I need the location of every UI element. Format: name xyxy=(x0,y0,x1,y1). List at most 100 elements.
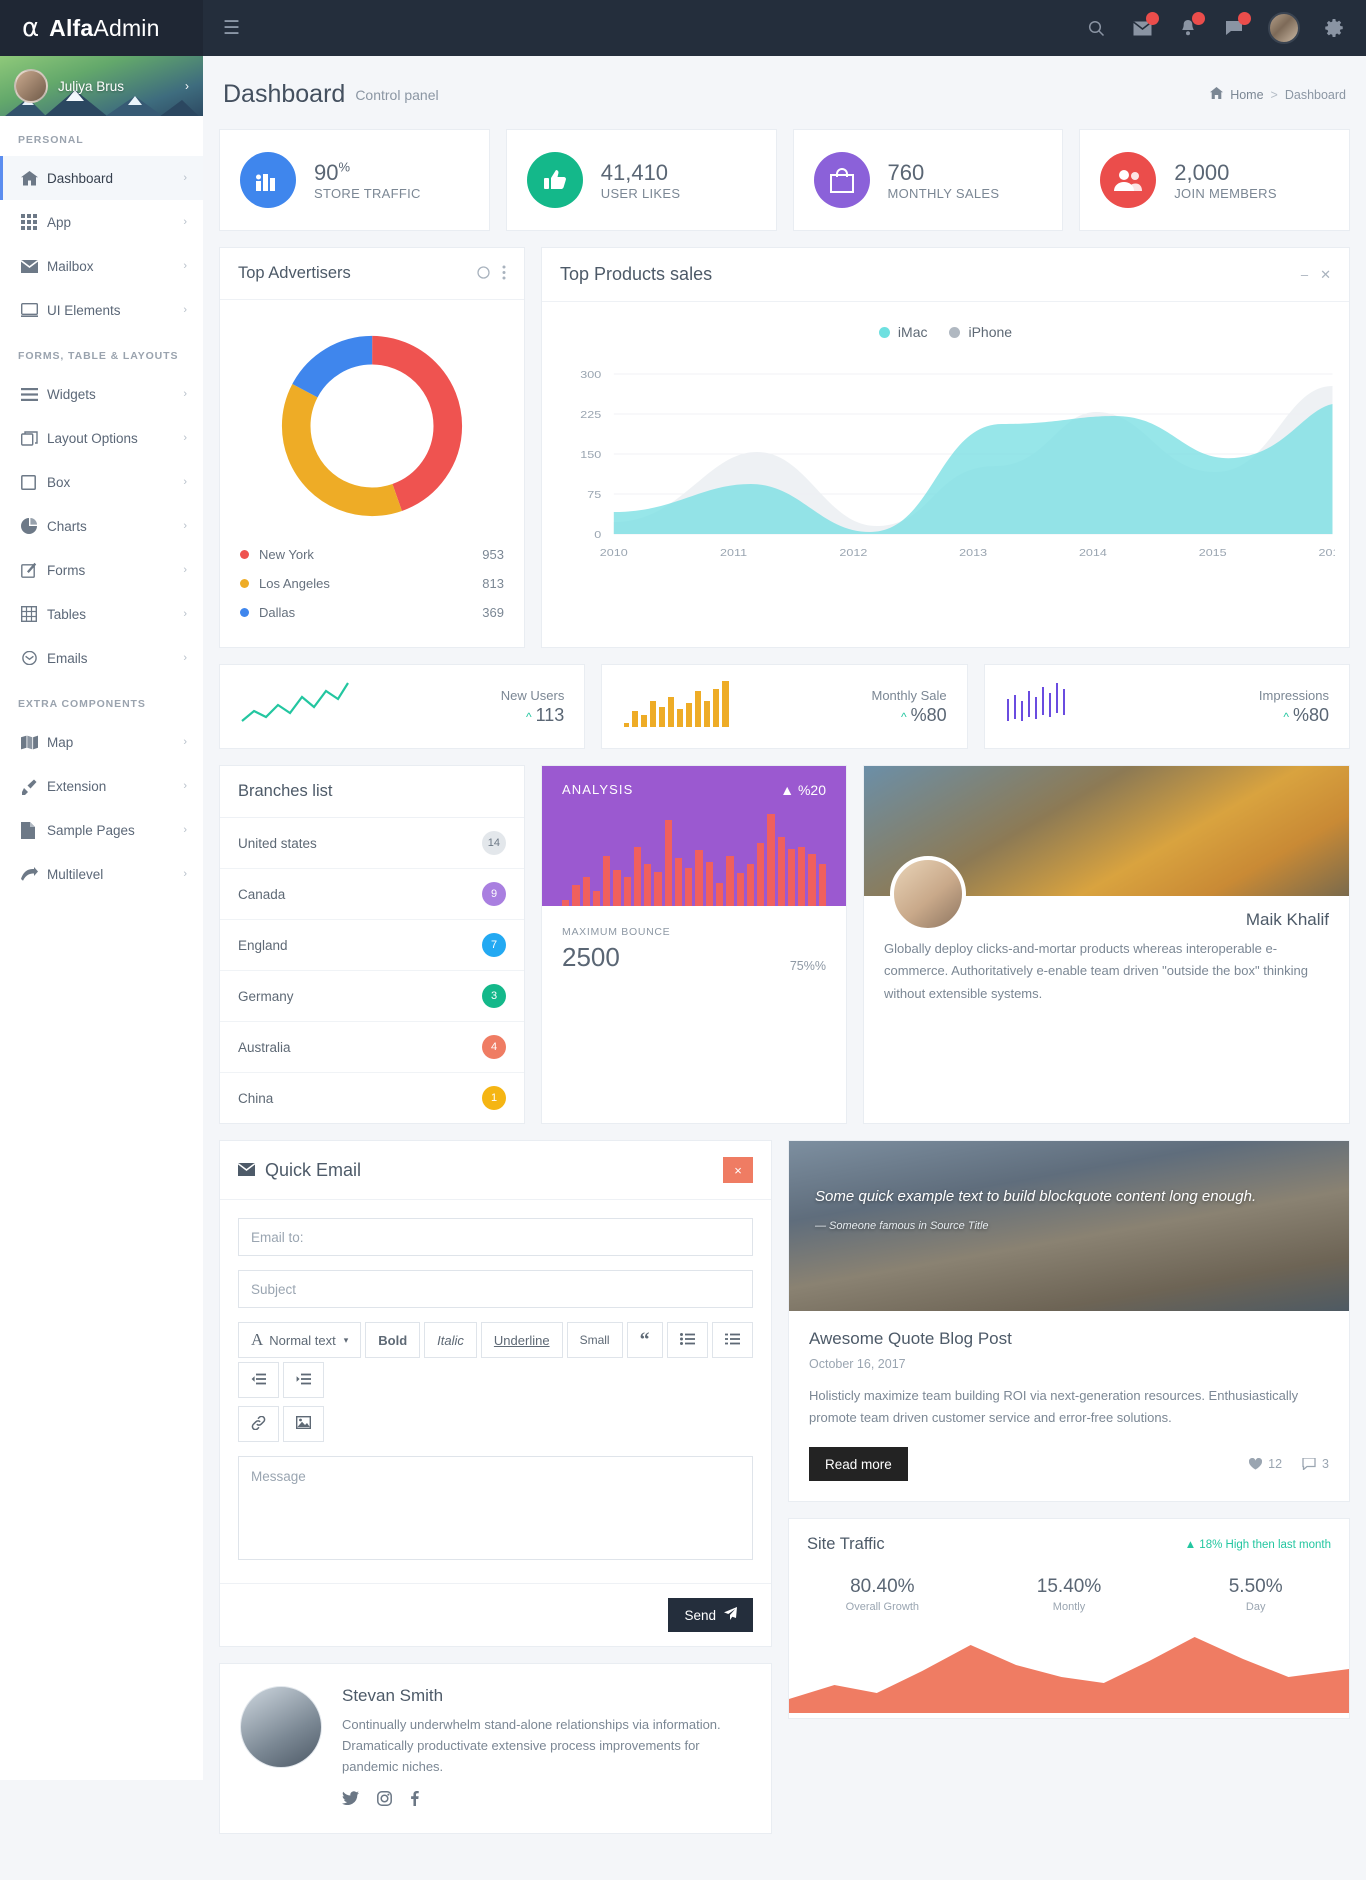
chat-icon[interactable] xyxy=(1222,12,1251,40)
bell-icon[interactable] xyxy=(1176,12,1205,40)
sidebar-item-box[interactable]: Box › xyxy=(0,460,203,504)
traffic-stat-label: Day xyxy=(1245,1601,1266,1614)
subject-input[interactable] xyxy=(238,1270,753,1308)
branches-list: United states 14 Canada 9 England 7 Germany 3 Au… xyxy=(220,818,524,1123)
sidebar-item-app[interactable]: App › xyxy=(0,200,203,244)
bold-button[interactable]: Bold xyxy=(365,1322,421,1358)
breadcrumb-home-link[interactable]: Home xyxy=(1230,88,1263,102)
analysis-bar xyxy=(736,873,744,906)
sidebar-user-profile[interactable]: Juliya Brus › xyxy=(0,56,203,116)
read-more-button[interactable]: Read more xyxy=(809,1447,908,1482)
facebook-icon[interactable] xyxy=(410,1791,419,1811)
sidebar-nav: PERSONAL Dashboard › App › Mailbox › UI Element… xyxy=(0,116,203,896)
branch-list-item[interactable]: England 7 xyxy=(220,920,524,971)
underline-button[interactable]: Underline xyxy=(480,1322,563,1358)
stat-value: 41,410 xyxy=(600,159,669,185)
branch-label: United states xyxy=(238,835,317,851)
sidebar-item-dashboard[interactable]: Dashboard › xyxy=(0,156,203,200)
bar-chart-icon xyxy=(240,152,296,208)
chevron-right-icon: › xyxy=(183,608,187,620)
italic-button[interactable]: Italic xyxy=(424,1322,477,1358)
search-icon[interactable] xyxy=(1084,16,1108,40)
post-footer: Read more 12 3 xyxy=(809,1447,1329,1482)
card-title: Branches list xyxy=(238,782,333,800)
sidebar-item-charts[interactable]: Charts › xyxy=(0,504,203,548)
blockquote-button[interactable]: “ xyxy=(626,1322,663,1358)
image-button[interactable] xyxy=(283,1406,324,1442)
sidebar-section-title: EXTRA COMPONENTS xyxy=(18,698,146,710)
kebab-menu-icon[interactable] xyxy=(502,265,506,283)
font-style-dropdown[interactable]: A Normal text ▾ xyxy=(238,1322,362,1358)
sidebar-item-extension[interactable]: Extension › xyxy=(0,764,203,808)
sidebar-item-tables[interactable]: Tables › xyxy=(0,592,203,636)
sidebar-item-mailbox[interactable]: Mailbox › xyxy=(0,244,203,288)
sidebar-item-sample-pages[interactable]: Sample Pages › xyxy=(0,808,203,852)
branch-list-item[interactable]: Germany 3 xyxy=(220,971,524,1022)
sidebar-item-label: UI Elements xyxy=(47,302,121,318)
stat-value: 760 xyxy=(887,159,925,185)
sidebar-item-multilevel[interactable]: Multilevel › xyxy=(0,852,203,896)
sidebar-item-emails[interactable]: Emails › xyxy=(0,636,203,680)
mini-widget: Monthly Sale ^ %80 xyxy=(601,664,968,749)
sidebar-item-label: Layout Options xyxy=(47,430,138,446)
svg-text:150: 150 xyxy=(580,450,601,461)
post-title: Awesome Quote Blog Post xyxy=(809,1329,1012,1348)
indent-button[interactable] xyxy=(283,1362,324,1398)
list-ul-icon xyxy=(679,1332,695,1348)
unordered-list-button[interactable] xyxy=(666,1322,708,1358)
outdent-button[interactable] xyxy=(238,1362,279,1398)
site-traffic-card: Site Traffic ▲ 18% High then last month … xyxy=(788,1518,1350,1720)
email-to-input[interactable] xyxy=(238,1218,753,1256)
ordered-list-button[interactable] xyxy=(711,1322,753,1358)
branch-list-item[interactable]: Australia 4 xyxy=(220,1022,524,1073)
sidebar-item-ui-elements[interactable]: UI Elements › xyxy=(0,288,203,332)
svg-text:225: 225 xyxy=(580,410,601,421)
sparkline-line xyxy=(240,681,350,732)
message-textarea[interactable] xyxy=(238,1456,753,1560)
traffic-stat-value: 80.40% xyxy=(850,1576,915,1598)
chevron-right-icon: › xyxy=(183,304,187,316)
close-icon[interactable]: ✕ xyxy=(1320,267,1331,283)
minimize-icon[interactable]: – xyxy=(1301,267,1308,282)
x-axis-tick: 2014 xyxy=(1079,548,1107,559)
sidebar-item-label: Mailbox xyxy=(47,258,94,274)
branch-list-item[interactable]: China 1 xyxy=(220,1073,524,1123)
products-area-chart: 300 225 150 75 0 2010 2011 2012 2013 201… xyxy=(580,370,1346,559)
comments-stat[interactable]: 3 xyxy=(1302,1457,1329,1471)
post-excerpt: Holisticly maximize team building ROI vi… xyxy=(809,1388,1299,1426)
send-button[interactable]: Send xyxy=(668,1598,753,1632)
card-header: Top Products sales – ✕ xyxy=(542,248,1349,302)
analysis-bar xyxy=(664,819,672,906)
mini-widget-value: ^ %80 xyxy=(1283,704,1329,725)
mail-icon[interactable] xyxy=(1130,12,1159,40)
sidebar-item-widgets[interactable]: Widgets › xyxy=(0,372,203,416)
sidebar-item-map[interactable]: Map › xyxy=(0,720,203,764)
hamburger-icon[interactable]: ☰ xyxy=(223,17,240,40)
gear-icon[interactable] xyxy=(1322,16,1346,40)
branch-list-item[interactable]: Canada 9 xyxy=(220,869,524,920)
link-button[interactable] xyxy=(238,1406,279,1442)
mini-widgets-row: New Users ^ 113 Monthly Sale ^ %80 Impressions… xyxy=(219,664,1350,749)
person-avatar xyxy=(890,856,966,932)
avatar xyxy=(14,69,48,103)
legend-item[interactable]: iMac xyxy=(878,324,927,340)
trend-up-icon: ^ xyxy=(1283,709,1289,724)
close-button[interactable]: × xyxy=(723,1157,753,1183)
small-button[interactable]: Small xyxy=(566,1322,623,1358)
sidebar-item-layout-options[interactable]: Layout Options › xyxy=(0,416,203,460)
sidebar-item-forms[interactable]: Forms › xyxy=(0,548,203,592)
likes-stat[interactable]: 12 xyxy=(1249,1457,1282,1471)
trend-up-icon: ^ xyxy=(525,709,532,724)
branch-list-item[interactable]: United states 14 xyxy=(220,818,524,869)
analysis-footer: MAXIMUM BOUNCE 2500 75%% xyxy=(542,906,846,993)
twitter-icon[interactable] xyxy=(342,1791,359,1811)
brand-logo-area[interactable]: α AlfaAdmin xyxy=(0,0,203,56)
circle-icon[interactable] xyxy=(477,265,490,282)
legend-label: iPhone xyxy=(968,324,1013,340)
instagram-icon[interactable] xyxy=(377,1791,392,1811)
legend-item[interactable]: iPhone xyxy=(949,324,1012,340)
mini-widget-label: New Users xyxy=(500,687,565,703)
branch-label: Germany xyxy=(238,988,294,1004)
mini-widget: Impressions ^ %80 xyxy=(983,664,1350,749)
user-avatar[interactable] xyxy=(1268,12,1300,44)
